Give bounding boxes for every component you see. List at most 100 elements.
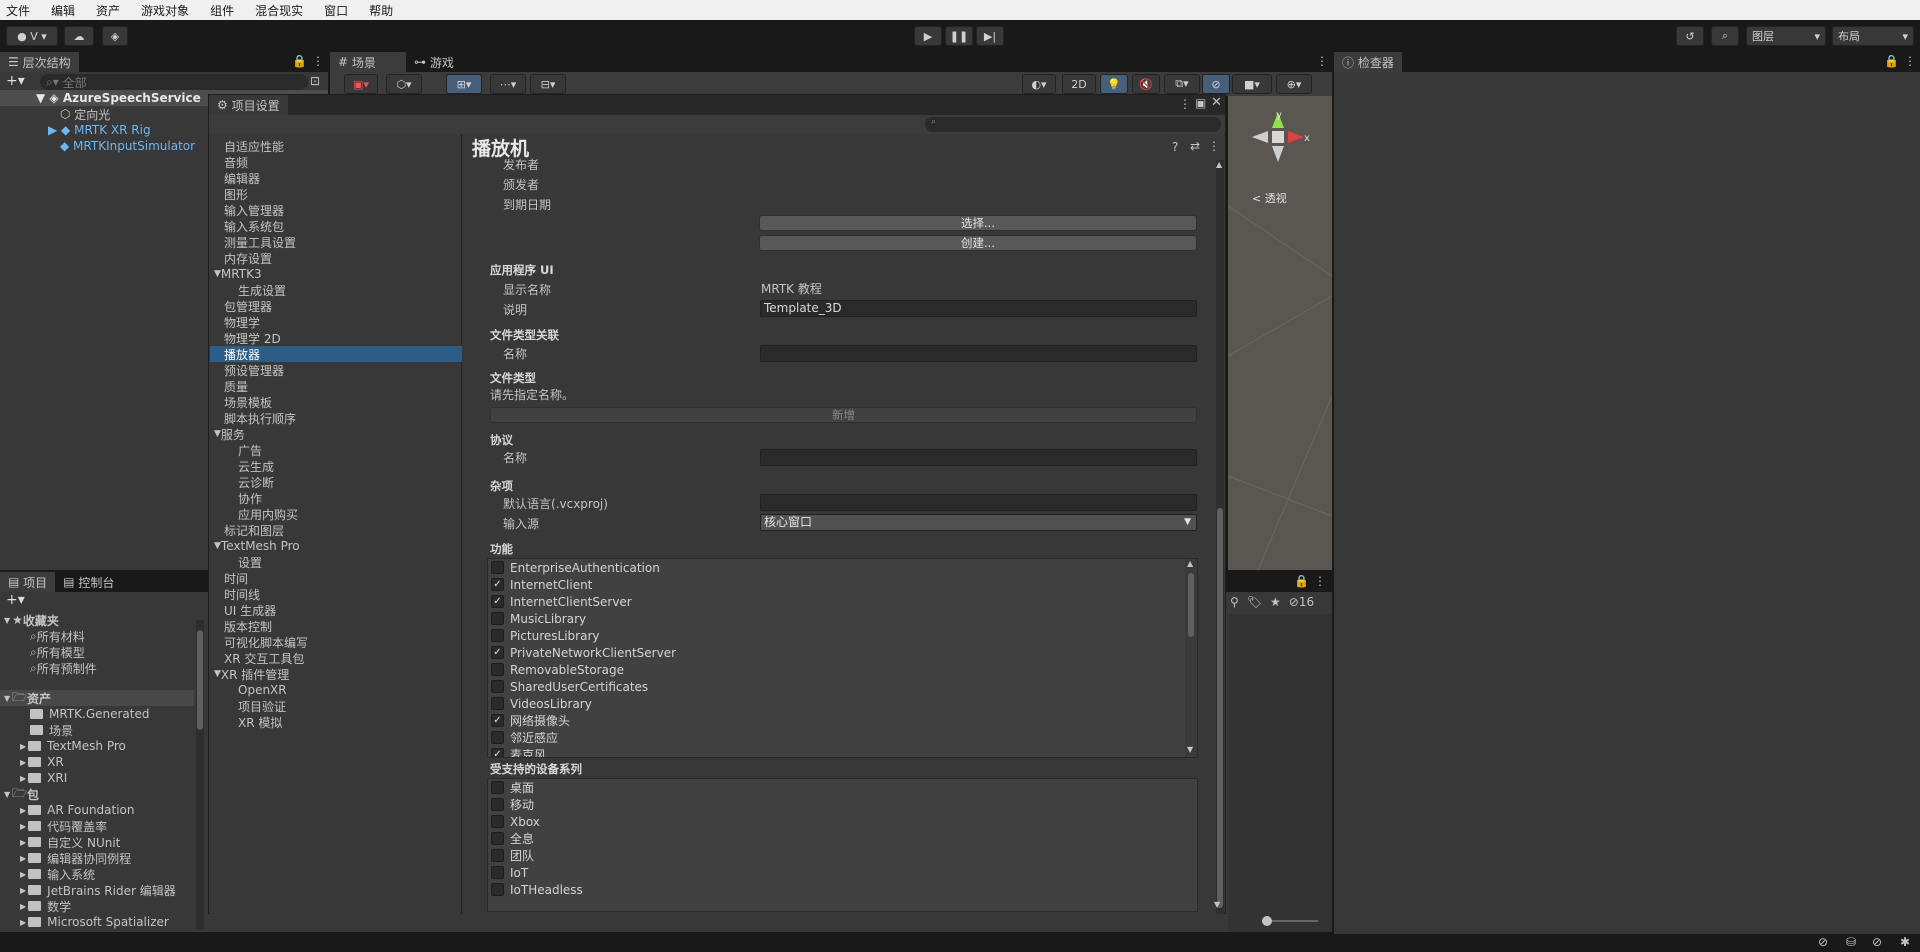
collapse-arrow-icon[interactable]: ▶ [20, 806, 26, 815]
move-snap-button[interactable]: ⊞▾ [446, 74, 482, 94]
checkbox[interactable] [491, 866, 504, 879]
settings-nav-item[interactable]: 图形 [210, 186, 462, 202]
lock-icon[interactable]: 🔒 [1884, 54, 1899, 68]
settings-nav-item[interactable]: 自适应性能 [210, 138, 462, 154]
capability-row[interactable]: RemovableStorage [488, 661, 624, 678]
settings-nav-item[interactable]: 可视化脚本编写 [210, 634, 462, 650]
collapse-arrow-icon[interactable]: ▶ [20, 870, 26, 879]
device-family-row[interactable]: Xbox [488, 813, 540, 830]
menu-item[interactable]: 文件 [6, 2, 30, 19]
menu-item[interactable]: 窗口 [324, 2, 348, 19]
checkbox[interactable] [491, 629, 504, 642]
asset-folder[interactable]: ▶ XR [20, 754, 64, 770]
layout-dropdown[interactable]: 布局 ▾ [1832, 26, 1914, 46]
checkbox[interactable] [491, 680, 504, 693]
align-button[interactable]: ⊟▾ [530, 74, 566, 94]
scroll-up-icon[interactable]: ▲ [1187, 559, 1193, 568]
device-family-row[interactable]: 移动 [488, 796, 534, 813]
close-icon[interactable]: ✕ [1211, 95, 1222, 110]
settings-nav-item[interactable]: 应用内购买 [210, 506, 462, 522]
increment-snap-button[interactable]: ⋯▾ [490, 74, 526, 94]
favorite-item[interactable]: ⌕ 所有模型 [30, 644, 85, 660]
settings-nav-item[interactable]: 广告 [210, 442, 462, 458]
collapse-arrow-icon[interactable]: ▶ [20, 918, 26, 927]
settings-nav-item[interactable]: 云生成 [210, 458, 462, 474]
collapse-arrow-icon[interactable]: ▶ [20, 822, 26, 831]
settings-nav-item[interactable]: 输入系统包 [210, 218, 462, 234]
device-family-row[interactable]: IoTHeadless [488, 881, 583, 898]
package-folder[interactable]: ▶ 编辑器协同例程 [20, 850, 131, 866]
settings-nav-item[interactable]: 播放器 [210, 346, 462, 362]
assets-folder[interactable]: ▼ 🗁 资产 [4, 690, 51, 706]
account-dropdown[interactable]: ● V ▾ [6, 26, 58, 46]
menu-item[interactable]: 游戏对象 [141, 2, 189, 19]
more-icon[interactable]: ⋮ [1904, 54, 1916, 68]
draw-mode-button[interactable]: ▣▾ [344, 74, 378, 94]
description-field[interactable]: Template_3D [760, 300, 1197, 317]
audio-toggle[interactable]: 🔇 [1132, 74, 1160, 94]
scroll-down-icon[interactable]: ▼ [1214, 900, 1220, 909]
scene-viewport[interactable]: y x < 透视 [1228, 96, 1332, 570]
expand-arrow-icon[interactable]: ▼ [214, 669, 221, 679]
bug-icon[interactable]: ✱ [1900, 935, 1910, 949]
collapse-arrow-icon[interactable]: ▶ [20, 758, 26, 767]
settings-nav-item[interactable]: 项目验证 [210, 698, 462, 714]
asset-folder[interactable]: MRTK.Generated [30, 706, 150, 722]
settings-search-input[interactable]: ⌕ [925, 117, 1221, 132]
tab-hierarchy[interactable]: ☰ 层次结构 [0, 52, 79, 72]
settings-nav-item[interactable]: 协作 [210, 490, 462, 506]
hierarchy-item[interactable]: ⬡ 定向光 [0, 106, 110, 122]
settings-nav-item[interactable]: 时间线 [210, 586, 462, 602]
layers-dropdown[interactable]: 图层 ▾ [1746, 26, 1826, 46]
checkbox[interactable]: ✓ [491, 714, 504, 727]
settings-nav-item[interactable]: 测量工具设置 [210, 234, 462, 250]
hierarchy-item[interactable]: ◆ MRTKInputSimulator [0, 138, 195, 154]
zoom-slider[interactable] [1262, 916, 1318, 926]
settings-nav-item[interactable]: XR 交互工具包 [210, 650, 462, 666]
toggle-2d-button[interactable]: 2D [1062, 74, 1096, 94]
collapse-arrow-icon[interactable]: ▶ [20, 838, 26, 847]
scrollbar-thumb[interactable] [197, 630, 203, 730]
capability-row[interactable]: PicturesLibrary [488, 627, 599, 644]
label-icon[interactable]: 🏷 [1247, 595, 1262, 609]
input-source-dropdown[interactable]: 核心窗口 ▼ [760, 514, 1197, 531]
tab-scene[interactable]: # 场景 [330, 52, 406, 72]
expand-arrow-icon[interactable]: ▼ [4, 694, 10, 703]
checkbox[interactable] [491, 849, 504, 862]
scrollbar-thumb[interactable] [1217, 508, 1223, 908]
star-icon[interactable]: ★ [1270, 595, 1281, 609]
settings-nav-item[interactable]: 生成设置 [210, 282, 462, 298]
settings-nav-item[interactable]: 场景模板 [210, 394, 462, 410]
settings-nav-item[interactable]: 物理学 2D [210, 330, 462, 346]
settings-nav-item[interactable]: ▼ TextMesh Pro [210, 538, 462, 554]
more-icon[interactable]: ⋮ [1179, 97, 1191, 111]
settings-nav-item[interactable]: XR 模拟 [210, 714, 462, 730]
tab-game[interactable]: ⊶ 游戏 [406, 52, 462, 72]
package-folder[interactable]: ▶ 数学 [20, 898, 71, 914]
lighting-toggle[interactable]: 💡 [1100, 74, 1128, 94]
favorites-folder[interactable]: ▼ ★ 收藏夹 [4, 612, 59, 628]
settings-nav-item[interactable]: 内存设置 [210, 250, 462, 266]
checkbox[interactable] [491, 612, 504, 625]
package-folder[interactable]: ▶ 输入系统 [20, 866, 95, 882]
capability-row[interactable]: MusicLibrary [488, 610, 586, 627]
checkbox[interactable] [491, 815, 504, 828]
package-folder[interactable]: ▶ Microsoft Spatializer [20, 914, 169, 930]
settings-nav-item[interactable]: 编辑器 [210, 170, 462, 186]
hidden-packages-icon[interactable]: ⊘16 [1289, 595, 1314, 609]
checkbox[interactable]: ✓ [491, 748, 504, 757]
capability-row[interactable]: ✓ InternetClient [488, 576, 592, 593]
add-object-button[interactable]: +▾ [6, 73, 25, 89]
maximize-icon[interactable]: ▣ [1195, 96, 1206, 110]
cloud-button[interactable]: ☁ [64, 26, 94, 46]
tab-project[interactable]: ▤ 项目 [0, 572, 56, 592]
checkbox[interactable] [491, 561, 504, 574]
checkbox[interactable]: ✓ [491, 578, 504, 591]
capability-row[interactable]: ✓ PrivateNetworkClientServer [488, 644, 676, 661]
project-scrollbar[interactable] [196, 620, 204, 930]
render-mode-button[interactable]: ⬡▾ [386, 74, 422, 94]
search-button[interactable]: ⌕ [1711, 26, 1739, 46]
settings-nav-item[interactable]: 物理学 [210, 314, 462, 330]
settings-nav-item[interactable]: ▼ 服务 [210, 426, 462, 442]
tab-console[interactable]: ▤ 控制台 [55, 572, 122, 592]
